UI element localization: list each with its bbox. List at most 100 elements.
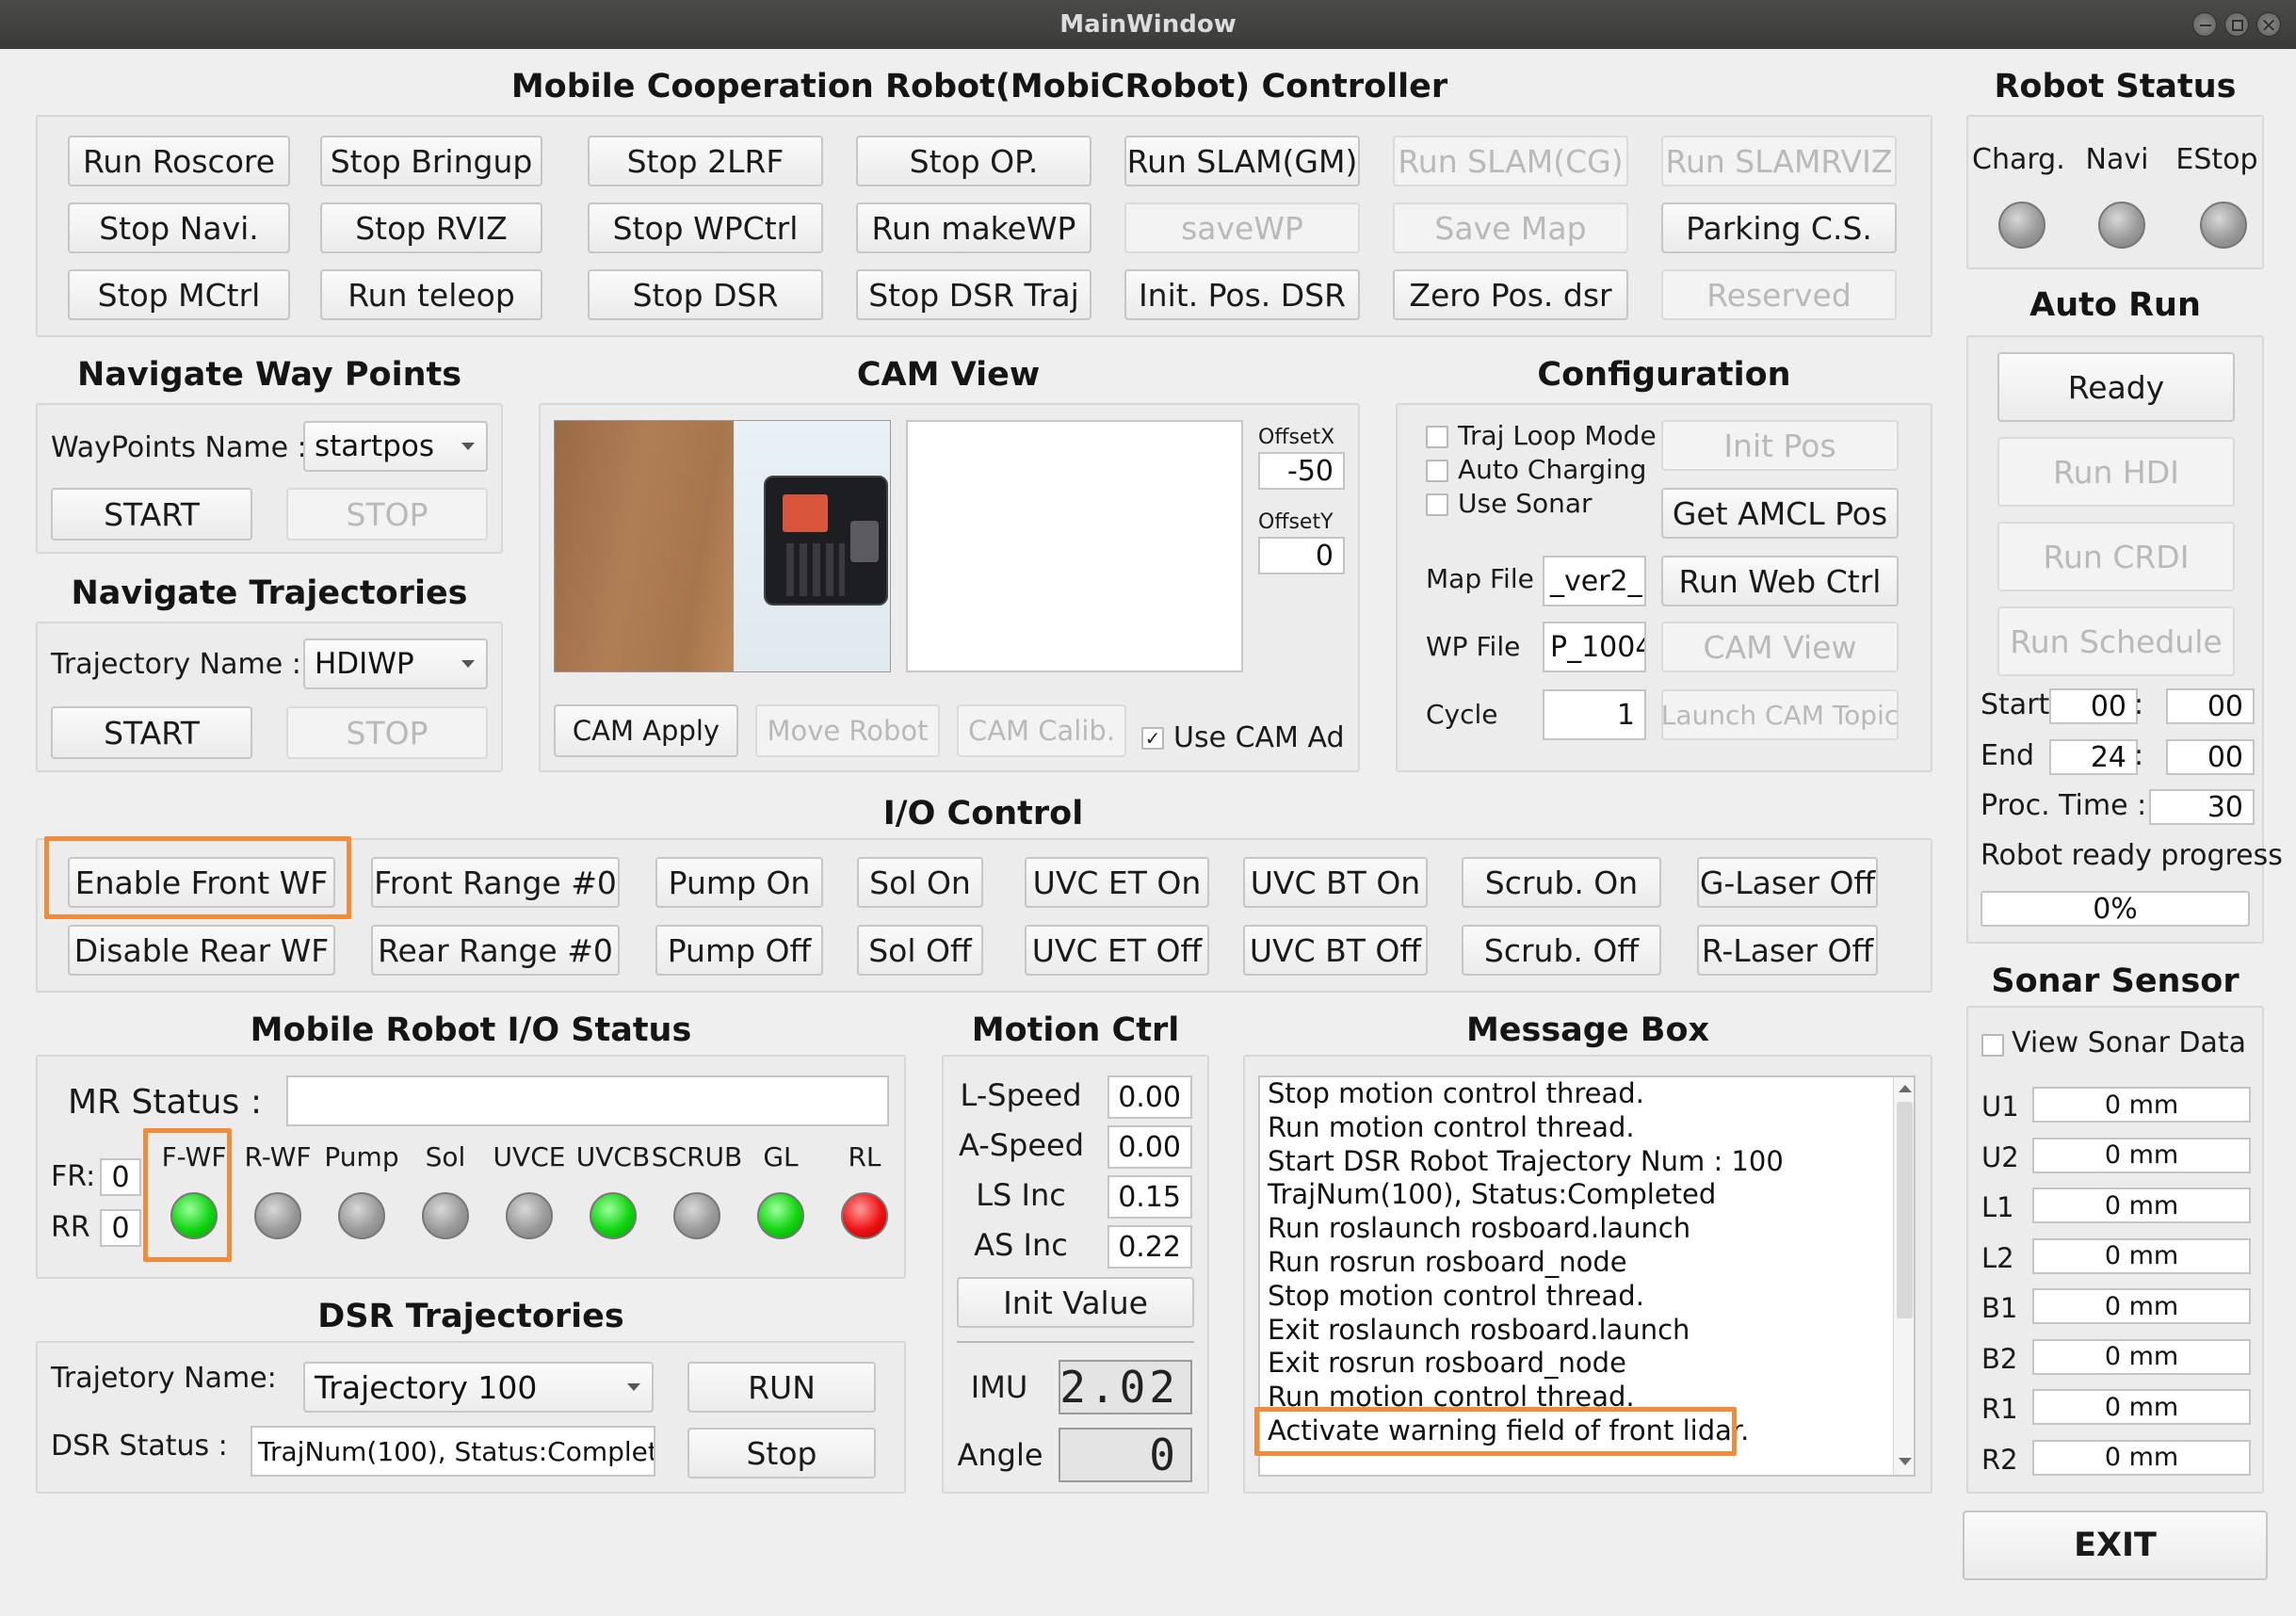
trajectory-name-label: Trajectory Name :	[51, 648, 301, 681]
view-sonar-checkbox[interactable]	[1981, 1034, 2004, 1057]
r-laser-off-button[interactable]: R-Laser Off	[1697, 925, 1878, 976]
get-amcl-pos-button[interactable]: Get AMCL Pos	[1661, 488, 1899, 539]
end-hour-field[interactable]: 24	[2049, 739, 2138, 775]
cam-preview-panel	[906, 420, 1243, 672]
as-inc-field[interactable]: 0.22	[1108, 1225, 1192, 1269]
run-roscore-button[interactable]: Run Roscore	[68, 136, 290, 186]
init-pos-button[interactable]: Init Pos	[1661, 420, 1899, 471]
savewp-button[interactable]: saveWP	[1124, 202, 1360, 253]
traj-loop-checkbox[interactable]	[1426, 426, 1448, 448]
sol-on-button[interactable]: Sol On	[857, 857, 983, 908]
reserved-button[interactable]: Reserved	[1661, 269, 1897, 320]
trajectory-select[interactable]: HDIWP	[303, 638, 488, 689]
stop-wpctrl-button[interactable]: Stop WPCtrl	[588, 202, 823, 253]
dsr-trajectory-select[interactable]: Trajectory 100	[303, 1362, 654, 1413]
move-robot-button[interactable]: Move Robot	[755, 704, 940, 757]
init-value-button[interactable]: Init Value	[957, 1277, 1194, 1328]
g-laser-off-button[interactable]: G-Laser Off	[1697, 857, 1878, 908]
dsr-stop-button[interactable]: Stop	[687, 1428, 876, 1479]
use-sonar-checkbox[interactable]	[1426, 493, 1448, 516]
progress-bar: 0%	[1981, 891, 2250, 927]
led-label-uvcb: UVCB	[575, 1141, 651, 1172]
run-hdi-button[interactable]: Run HDI	[1997, 437, 2235, 507]
run-crdi-button[interactable]: Run CRDI	[1997, 522, 2235, 591]
map-file-field[interactable]: _ver2_1	[1543, 556, 1646, 606]
dsr-run-button[interactable]: RUN	[687, 1362, 876, 1413]
scroll-thumb[interactable]	[1897, 1102, 1913, 1318]
scroll-down-icon[interactable]	[1899, 1458, 1912, 1465]
run-web-ctrl-button[interactable]: Run Web Ctrl	[1661, 556, 1899, 606]
l-speed-field[interactable]: 0.00	[1108, 1075, 1192, 1119]
angle-display: 0	[1059, 1428, 1192, 1482]
offsety-field[interactable]: 0	[1258, 537, 1345, 574]
cam-calib-button[interactable]: CAM Calib.	[957, 704, 1126, 757]
stop-bringup-button[interactable]: Stop Bringup	[320, 136, 542, 186]
uvc-et-off-button[interactable]: UVC ET Off	[1025, 925, 1209, 976]
stop-navi-button[interactable]: Stop Navi.	[68, 202, 290, 253]
pump-on-button[interactable]: Pump On	[655, 857, 823, 908]
front-range-0-button[interactable]: Front Range #0	[371, 857, 620, 908]
scrub-on-button[interactable]: Scrub. On	[1462, 857, 1661, 908]
sol-off-button[interactable]: Sol Off	[857, 925, 983, 976]
end-label: End	[1981, 739, 2035, 772]
message-scrollbar[interactable]	[1893, 1077, 1914, 1475]
disable-rear-wf-button[interactable]: Disable Rear WF	[68, 925, 335, 976]
use-cam-ad-checkbox[interactable]: ✓	[1141, 727, 1164, 750]
run-makewp-button[interactable]: Run makeWP	[856, 202, 1091, 253]
cam-view-button[interactable]: CAM View	[1661, 622, 1899, 672]
led-label-scrub: SCRUB	[651, 1141, 743, 1172]
start-minute-field[interactable]: 00	[2166, 688, 2255, 724]
end-minute-field[interactable]: 00	[2166, 739, 2255, 775]
mr-status-field	[286, 1075, 889, 1126]
stop-op-button[interactable]: Stop OP.	[856, 136, 1091, 186]
led-label-rl: RL	[848, 1141, 881, 1172]
uvc-bt-on-button[interactable]: UVC BT On	[1243, 857, 1428, 908]
run-slam-gm-button[interactable]: Run SLAM(GM)	[1124, 136, 1360, 186]
l-speed-label: L-Speed	[960, 1077, 1082, 1113]
run-slam-cg-button[interactable]: Run SLAM(CG)	[1393, 136, 1628, 186]
auto-charging-checkbox[interactable]	[1426, 460, 1448, 482]
a-speed-field[interactable]: 0.00	[1108, 1125, 1192, 1169]
rr-value: 0	[100, 1209, 141, 1247]
rear-range-0-button[interactable]: Rear Range #0	[371, 925, 620, 976]
run-slamrviz-button[interactable]: Run SLAMRVIZ	[1661, 136, 1897, 186]
run-schedule-button[interactable]: Run Schedule	[1997, 606, 2235, 676]
wp-start-button[interactable]: START	[51, 488, 252, 541]
sonar-label-b2: B2	[1981, 1342, 2018, 1375]
ready-button[interactable]: Ready	[1997, 352, 2235, 422]
stop-dsr-traj-button[interactable]: Stop DSR Traj	[856, 269, 1091, 320]
motion-ctrl-title: Motion Ctrl	[971, 1011, 1180, 1049]
launch-cam-topic-button[interactable]: Launch CAM Topic	[1661, 689, 1899, 740]
save-map-button[interactable]: Save Map	[1393, 202, 1628, 253]
stop-2lrf-button[interactable]: Stop 2LRF	[588, 136, 823, 186]
scroll-up-icon[interactable]	[1899, 1085, 1912, 1092]
offsetx-field[interactable]: -50	[1258, 452, 1345, 490]
cam-apply-button[interactable]: CAM Apply	[554, 704, 738, 757]
ls-inc-field[interactable]: 0.15	[1108, 1175, 1192, 1219]
stop-rviz-button[interactable]: Stop RVIZ	[320, 202, 542, 253]
close-icon[interactable]: ✕	[2256, 12, 2281, 37]
window-title: MainWindow	[1059, 10, 1237, 39]
uvc-bt-off-button[interactable]: UVC BT Off	[1243, 925, 1428, 976]
maximize-icon[interactable]	[2224, 12, 2249, 37]
traj-start-button[interactable]: START	[51, 706, 252, 759]
waypoints-select[interactable]: startpos	[303, 421, 488, 472]
uvc-et-on-button[interactable]: UVC ET On	[1025, 857, 1209, 908]
wp-file-field[interactable]: P_1004	[1543, 622, 1646, 672]
stop-dsr-button[interactable]: Stop DSR	[588, 269, 823, 320]
traj-stop-button[interactable]: STOP	[286, 706, 488, 759]
zero-pos-dsr-button[interactable]: Zero Pos. dsr	[1393, 269, 1628, 320]
init-pos-dsr-button[interactable]: Init. Pos. DSR	[1124, 269, 1360, 320]
exit-button[interactable]: EXIT	[1963, 1511, 2268, 1580]
stop-mctrl-button[interactable]: Stop MCtrl	[68, 269, 290, 320]
led-uvcb	[590, 1192, 637, 1239]
wp-stop-button[interactable]: STOP	[286, 488, 488, 541]
run-teleop-button[interactable]: Run teleop	[320, 269, 542, 320]
minimize-icon[interactable]	[2192, 12, 2217, 37]
pump-off-button[interactable]: Pump Off	[655, 925, 823, 976]
parking-c-s-button[interactable]: Parking C.S.	[1661, 202, 1897, 253]
cycle-field[interactable]: 1	[1543, 689, 1646, 740]
proc-time-field[interactable]: 30	[2149, 789, 2255, 825]
scrub-off-button[interactable]: Scrub. Off	[1462, 925, 1661, 976]
start-hour-field[interactable]: 00	[2049, 688, 2138, 724]
